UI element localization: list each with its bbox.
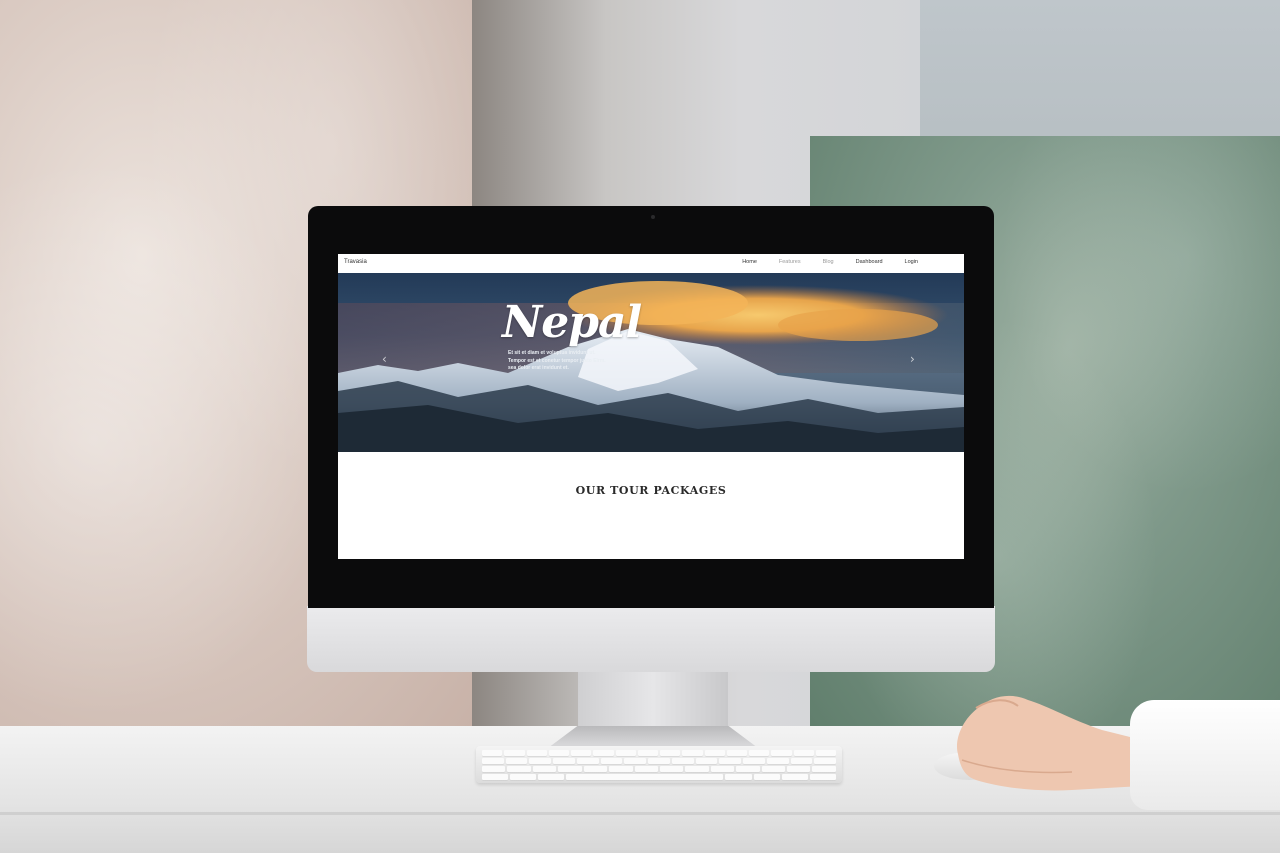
mountain-illustration [338,281,964,452]
monitor-stand-foot [548,726,758,748]
hero-text-line: Et sit et diam et voluptua invidunt ut. [508,350,596,356]
nav-login[interactable]: Login [905,259,918,265]
nav-home[interactable]: Home [742,259,757,265]
hero-text-line: sea dolor erat invidunt et. [508,365,569,372]
website-screen: Travasia Home Features Blog Dashboard Lo… [338,254,964,559]
hand [956,695,1142,791]
navbar: Travasia Home Features Blog Dashboard Lo… [338,254,964,274]
section-title: OUR TOUR PACKAGES [575,484,727,497]
nav-features[interactable]: Features [779,259,801,265]
camera-icon [651,215,655,219]
wall-background-right [920,0,1280,150]
desk-edge [0,812,1280,815]
brand-logo[interactable]: Travasia [344,259,367,265]
shirt-sleeve [1130,700,1280,810]
hero-description: Et sit et diam et voluptua invidunt ut. … [508,350,620,373]
nav-links: Home Features Blog Dashboard Login [720,259,918,265]
monitor-chin [307,606,995,672]
chevron-right-icon[interactable]: › [910,353,915,365]
hero-carousel: Nepal Et sit et diam et voluptua invidun… [338,273,964,452]
keyboard-row [482,766,836,772]
keyboard-row [482,774,837,780]
monitor-stand [578,668,728,730]
keyboard [476,746,842,783]
hero-title: Nepal [502,297,642,348]
keyboard-row [482,758,837,764]
nav-blog[interactable]: Blog [823,259,834,265]
chevron-left-icon[interactable]: ‹ [382,353,387,365]
hero-text-line: Tempor est et conetur tempor justo Eirm. [508,357,606,364]
keyboard-row [482,750,836,756]
nav-dashboard[interactable]: Dashboard [856,259,883,265]
